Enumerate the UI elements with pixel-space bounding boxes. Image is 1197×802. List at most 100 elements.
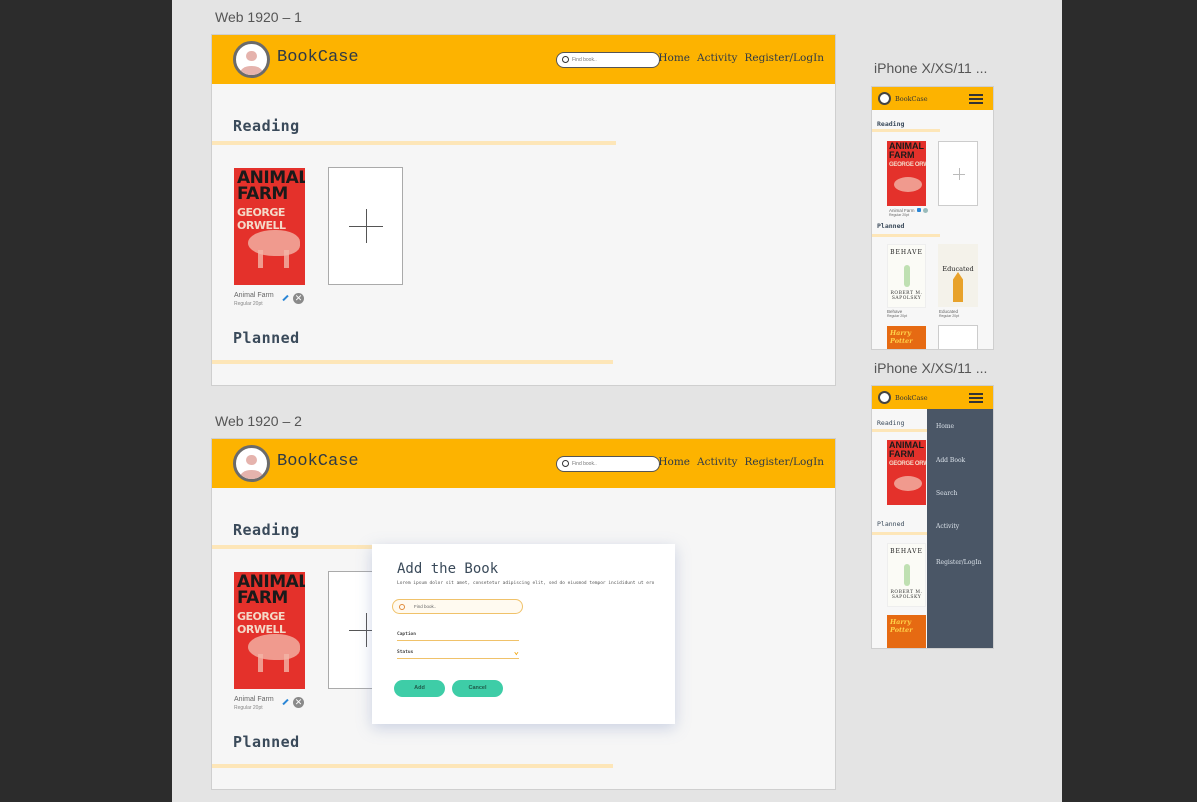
- avatar[interactable]: [878, 391, 891, 404]
- book-caption-sub: Regular 20pt: [234, 301, 263, 307]
- modal-title: Add the Book: [397, 561, 499, 577]
- search-icon: [562, 460, 569, 467]
- phone-header: BookCase: [872, 386, 993, 409]
- section-reading: Reading: [233, 117, 300, 135]
- edit-icon[interactable]: [282, 294, 289, 302]
- cover-title: ANIMAL FARM: [237, 572, 305, 608]
- search-input[interactable]: Find book..: [556, 456, 660, 472]
- hamburger-icon[interactable]: [969, 94, 983, 104]
- edit-icon[interactable]: [917, 208, 921, 212]
- remove-icon[interactable]: [923, 208, 928, 213]
- section-underline: [212, 141, 616, 145]
- pig-illustration: [248, 230, 300, 256]
- search-input[interactable]: Find book..: [556, 52, 660, 68]
- artboard-label-phone2[interactable]: iPhone X/XS/11 ...: [874, 360, 987, 376]
- pig-illustration: [248, 634, 300, 660]
- phone-header: BookCase: [872, 87, 993, 110]
- book-cover-animal-farm[interactable]: ANIMAL FARM GEORGE ORWELL: [234, 168, 305, 285]
- avatar[interactable]: [233, 445, 270, 482]
- modal-description: Lorem ipsum dolor sit amet, consetetur a…: [397, 581, 655, 586]
- add-book-card[interactable]: [938, 141, 978, 206]
- cover-author: GEORGE ORWELL: [889, 461, 926, 467]
- artboard-web1[interactable]: BookCase Find book.. Home Activity Registe…: [211, 34, 836, 386]
- book-caption-sub: Regular 20pt: [234, 705, 263, 711]
- section-underline: [872, 429, 928, 432]
- drawer-item-add-book[interactable]: Add Book: [936, 457, 965, 464]
- status-select[interactable]: Status ⌄: [397, 647, 519, 659]
- artboard-label-web2[interactable]: Web 1920 – 2: [215, 413, 302, 429]
- cover-title: Harry Potter: [890, 329, 913, 345]
- section-reading: Reading: [233, 521, 300, 539]
- caption-sub: Regular 20pt: [887, 314, 908, 318]
- cover-title: ANIMAL FARM: [889, 440, 924, 459]
- modal-search-input[interactable]: Find book..: [392, 599, 523, 614]
- edit-icon[interactable]: [282, 698, 289, 706]
- nav-drawer: Home Add Book Search Activity Register/L…: [927, 409, 993, 648]
- cover-title: Educated: [942, 265, 974, 273]
- section-underline: [212, 764, 613, 768]
- artboard-phone2[interactable]: BookCase Reading ANIMAL FARM GEORGE ORWE…: [871, 385, 994, 649]
- phone-brand: BookCase: [895, 394, 928, 402]
- phone-behave-caption: Behave Regular 20pt: [887, 309, 907, 319]
- phone-book-cover-animal-farm[interactable]: ANIMAL FARM GEORGE ORWELL: [887, 440, 926, 505]
- caption-sub: Regular 20pt: [939, 314, 960, 318]
- add-book-modal: Add the Book Lorem ipsum dolor sit amet,…: [372, 544, 675, 724]
- header: BookCase Find book.. Home Activity Registe…: [212, 35, 835, 84]
- hamburger-icon[interactable]: [969, 393, 983, 403]
- book-caption-title: Animal Farm: [234, 292, 274, 299]
- book-caption-title: Animal Farm: [234, 696, 274, 703]
- artboard-phone1[interactable]: BookCase Reading ANIMAL FARM GEORGE ORWE…: [871, 86, 994, 350]
- avatar[interactable]: [878, 92, 891, 105]
- book-cover-educated[interactable]: Educated: [938, 244, 978, 307]
- add-book-card[interactable]: [328, 167, 403, 285]
- section-underline: [212, 360, 613, 364]
- nav-register[interactable]: Register/LogIn: [744, 456, 824, 468]
- search-icon: [399, 604, 405, 610]
- nav-activity[interactable]: Activity: [697, 456, 737, 468]
- pencil-illustration: [953, 272, 963, 302]
- book-cover-harry-potter[interactable]: Harry Potter: [887, 326, 926, 349]
- artboard-label-phone1[interactable]: iPhone X/XS/11 ...: [874, 60, 987, 76]
- section-underline: [872, 129, 940, 132]
- section-planned: Planned: [233, 329, 300, 347]
- book-cover-animal-farm[interactable]: ANIMAL FARM GEORGE ORWELL: [234, 572, 305, 689]
- avatar[interactable]: [233, 41, 270, 78]
- modal-search-placeholder: Find book..: [414, 604, 437, 609]
- drawer-item-search[interactable]: Search: [936, 490, 957, 497]
- cover-author: GEORGE ORWELL: [237, 206, 286, 232]
- cover-author: GEORGE ORWELL: [237, 610, 286, 636]
- nav-links: Home Activity Register/LogIn: [651, 456, 824, 468]
- phone-section-planned: Planned: [877, 222, 905, 230]
- remove-icon[interactable]: ✕: [293, 697, 304, 708]
- drawer-item-activity[interactable]: Activity: [936, 523, 959, 530]
- cancel-button[interactable]: Cancel: [452, 680, 503, 697]
- artboard-label-web1[interactable]: Web 1920 – 1: [215, 9, 302, 25]
- remove-icon[interactable]: ✕: [293, 293, 304, 304]
- section-planned: Planned: [233, 733, 300, 751]
- cover-author: ROBERT M. SAPOLSKY: [890, 291, 923, 301]
- nav-register[interactable]: Register/LogIn: [744, 52, 824, 64]
- nav-activity[interactable]: Activity: [697, 52, 737, 64]
- artboard-web2[interactable]: BookCase Find book.. Home Activity Registe…: [211, 438, 836, 790]
- search-placeholder: Find book..: [572, 461, 597, 467]
- drawer-item-register[interactable]: Register/LogIn: [936, 559, 981, 566]
- book-caption: Animal Farm Regular 20pt: [234, 292, 274, 308]
- phone-section-reading: Reading: [877, 419, 905, 427]
- phone-book-cover-animal-farm[interactable]: ANIMAL FARM GEORGE ORWELL: [887, 141, 926, 206]
- book-cover-harry-potter[interactable]: Harry Potter: [887, 615, 926, 648]
- book-cover-behave[interactable]: BEHAVE ROBERT M. SAPOLSKY: [887, 244, 926, 308]
- add-button[interactable]: Add: [394, 680, 445, 697]
- nav-home[interactable]: Home: [658, 52, 690, 64]
- brand-title: BookCase: [277, 48, 359, 67]
- cover-title: ANIMAL FARM: [889, 141, 924, 160]
- cover-author: GEORGE ORWELL: [889, 162, 926, 168]
- section-underline: [872, 532, 928, 535]
- book-caption: Animal Farm Regular 20pt: [234, 696, 274, 712]
- caption-field[interactable]: Caption: [397, 632, 519, 641]
- phone-educated-caption: Educated Regular 20pt: [939, 309, 959, 319]
- book-cover-behave[interactable]: BEHAVE ROBERT M. SAPOLSKY: [887, 543, 926, 607]
- add-book-card[interactable]: [938, 325, 978, 349]
- nav-home[interactable]: Home: [658, 456, 690, 468]
- search-placeholder: Find book..: [572, 57, 597, 63]
- drawer-item-home[interactable]: Home: [936, 423, 954, 430]
